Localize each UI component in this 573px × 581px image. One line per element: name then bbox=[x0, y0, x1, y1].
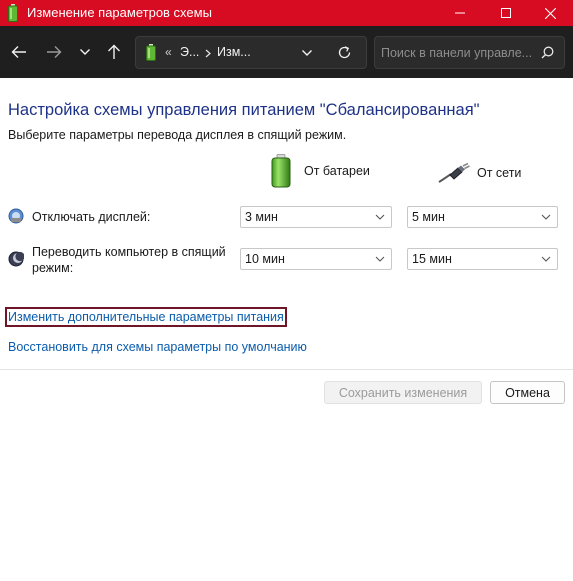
arrow-left-icon bbox=[11, 46, 26, 58]
breadcrumb-item-power[interactable]: Э... bbox=[180, 45, 199, 59]
cancel-button[interactable]: Отмена bbox=[490, 381, 565, 404]
sleep-battery-select[interactable]: 10 мин bbox=[240, 248, 392, 270]
maximize-button[interactable] bbox=[483, 0, 529, 26]
battery-location-icon bbox=[146, 44, 156, 61]
column-label-plugged: От сети bbox=[477, 166, 522, 180]
page-title: Настройка схемы управления питанием "Сба… bbox=[8, 101, 480, 119]
navigation-bar: « Э... Изм... bbox=[0, 26, 573, 78]
chevron-down-icon bbox=[80, 49, 90, 55]
display-off-battery-select[interactable]: 3 мин bbox=[240, 206, 392, 228]
column-header-plugged: От сети bbox=[438, 163, 521, 183]
select-value: 10 мин bbox=[245, 252, 285, 266]
battery-app-icon bbox=[8, 4, 18, 22]
save-changes-button[interactable]: Сохранить изменения bbox=[324, 381, 482, 404]
display-icon bbox=[8, 208, 24, 224]
chevron-down-icon bbox=[375, 256, 385, 262]
select-value: 15 мин bbox=[412, 252, 452, 266]
address-bar[interactable]: « Э... Изм... bbox=[135, 36, 367, 69]
sleep-plugged-select[interactable]: 15 мин bbox=[407, 248, 558, 270]
refresh-icon[interactable] bbox=[337, 45, 352, 60]
search-icon[interactable] bbox=[541, 46, 554, 59]
advanced-power-settings-link[interactable]: Изменить дополнительные параметры питани… bbox=[5, 307, 287, 327]
display-off-label: Отключать дисплей: bbox=[32, 210, 151, 224]
power-plug-icon bbox=[438, 163, 470, 183]
page-subtitle: Выберите параметры перевода дисплея в сп… bbox=[8, 128, 347, 142]
close-icon bbox=[544, 7, 556, 19]
select-value: 3 мин bbox=[245, 210, 278, 224]
recent-locations-button[interactable] bbox=[72, 39, 98, 65]
select-value: 5 мин bbox=[412, 210, 445, 224]
sleep-label-line2: режим: bbox=[32, 261, 74, 275]
divider bbox=[0, 369, 573, 370]
close-button[interactable] bbox=[527, 0, 573, 26]
battery-icon bbox=[271, 154, 291, 188]
chevron-down-icon bbox=[541, 256, 551, 262]
sleep-moon-icon bbox=[8, 251, 24, 267]
search-input[interactable] bbox=[381, 44, 531, 62]
chevron-down-icon[interactable] bbox=[301, 49, 313, 57]
title-bar: Изменение параметров схемы bbox=[0, 0, 573, 26]
breadcrumb-item-current[interactable]: Изм... bbox=[217, 45, 251, 59]
minimize-icon bbox=[455, 12, 465, 14]
breadcrumb-overflow[interactable]: « bbox=[165, 45, 172, 59]
sleep-label-line1: Переводить компьютер в спящий bbox=[32, 245, 226, 259]
column-label-battery: От батареи bbox=[304, 164, 370, 178]
display-off-plugged-select[interactable]: 5 мин bbox=[407, 206, 558, 228]
maximize-icon bbox=[501, 8, 511, 18]
breadcrumb-separator-icon bbox=[205, 49, 211, 58]
arrow-up-icon bbox=[108, 44, 120, 59]
chevron-down-icon bbox=[541, 214, 551, 220]
up-button[interactable] bbox=[101, 39, 127, 65]
minimize-button[interactable] bbox=[437, 0, 483, 26]
chevron-down-icon bbox=[375, 214, 385, 220]
restore-defaults-link[interactable]: Восстановить для схемы параметры по умол… bbox=[8, 340, 307, 354]
window-title: Изменение параметров схемы bbox=[27, 5, 212, 20]
forward-button[interactable] bbox=[41, 39, 67, 65]
back-button[interactable] bbox=[6, 39, 32, 65]
column-header-battery: От батареи bbox=[271, 154, 370, 188]
arrow-right-icon bbox=[47, 46, 62, 58]
search-box[interactable] bbox=[374, 36, 565, 69]
